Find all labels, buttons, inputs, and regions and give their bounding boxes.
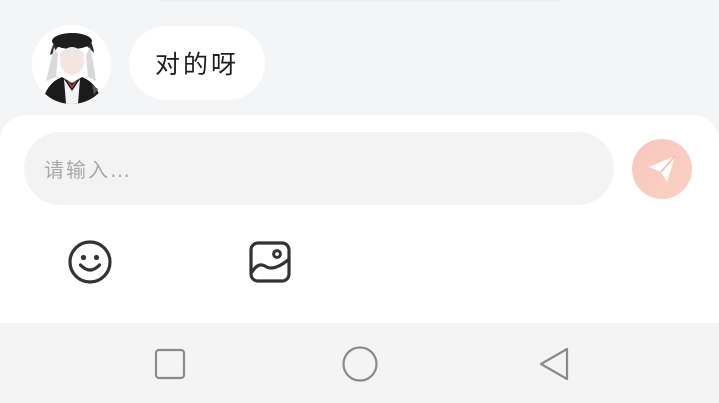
system-nav-bar [0,323,719,403]
circle-icon [342,346,378,382]
message-text: 对的呀 [155,50,240,79]
square-icon [154,348,186,380]
emoji-button[interactable] [66,238,114,286]
triangle-back-icon [539,347,569,381]
message-input[interactable]: 请输入… [24,132,614,205]
top-divider [160,0,560,2]
message-bubble[interactable]: 对的呀 [129,26,266,100]
image-icon [249,241,291,283]
avatar[interactable] [32,25,111,104]
send-button[interactable] [632,139,692,199]
chat-screen: 对的呀 请输入… [0,0,719,403]
paper-plane-icon [649,155,676,182]
nav-home-button[interactable] [340,344,380,384]
nav-back-button[interactable] [534,344,574,384]
avatar-illustration-icon [32,25,111,104]
nav-recent-button[interactable] [150,344,190,384]
message-row: 对的呀 [32,25,266,105]
smiley-icon [68,240,112,284]
input-placeholder: 请输入… [44,158,132,182]
image-button[interactable] [246,238,294,286]
composer-panel: 请输入… [0,115,719,323]
